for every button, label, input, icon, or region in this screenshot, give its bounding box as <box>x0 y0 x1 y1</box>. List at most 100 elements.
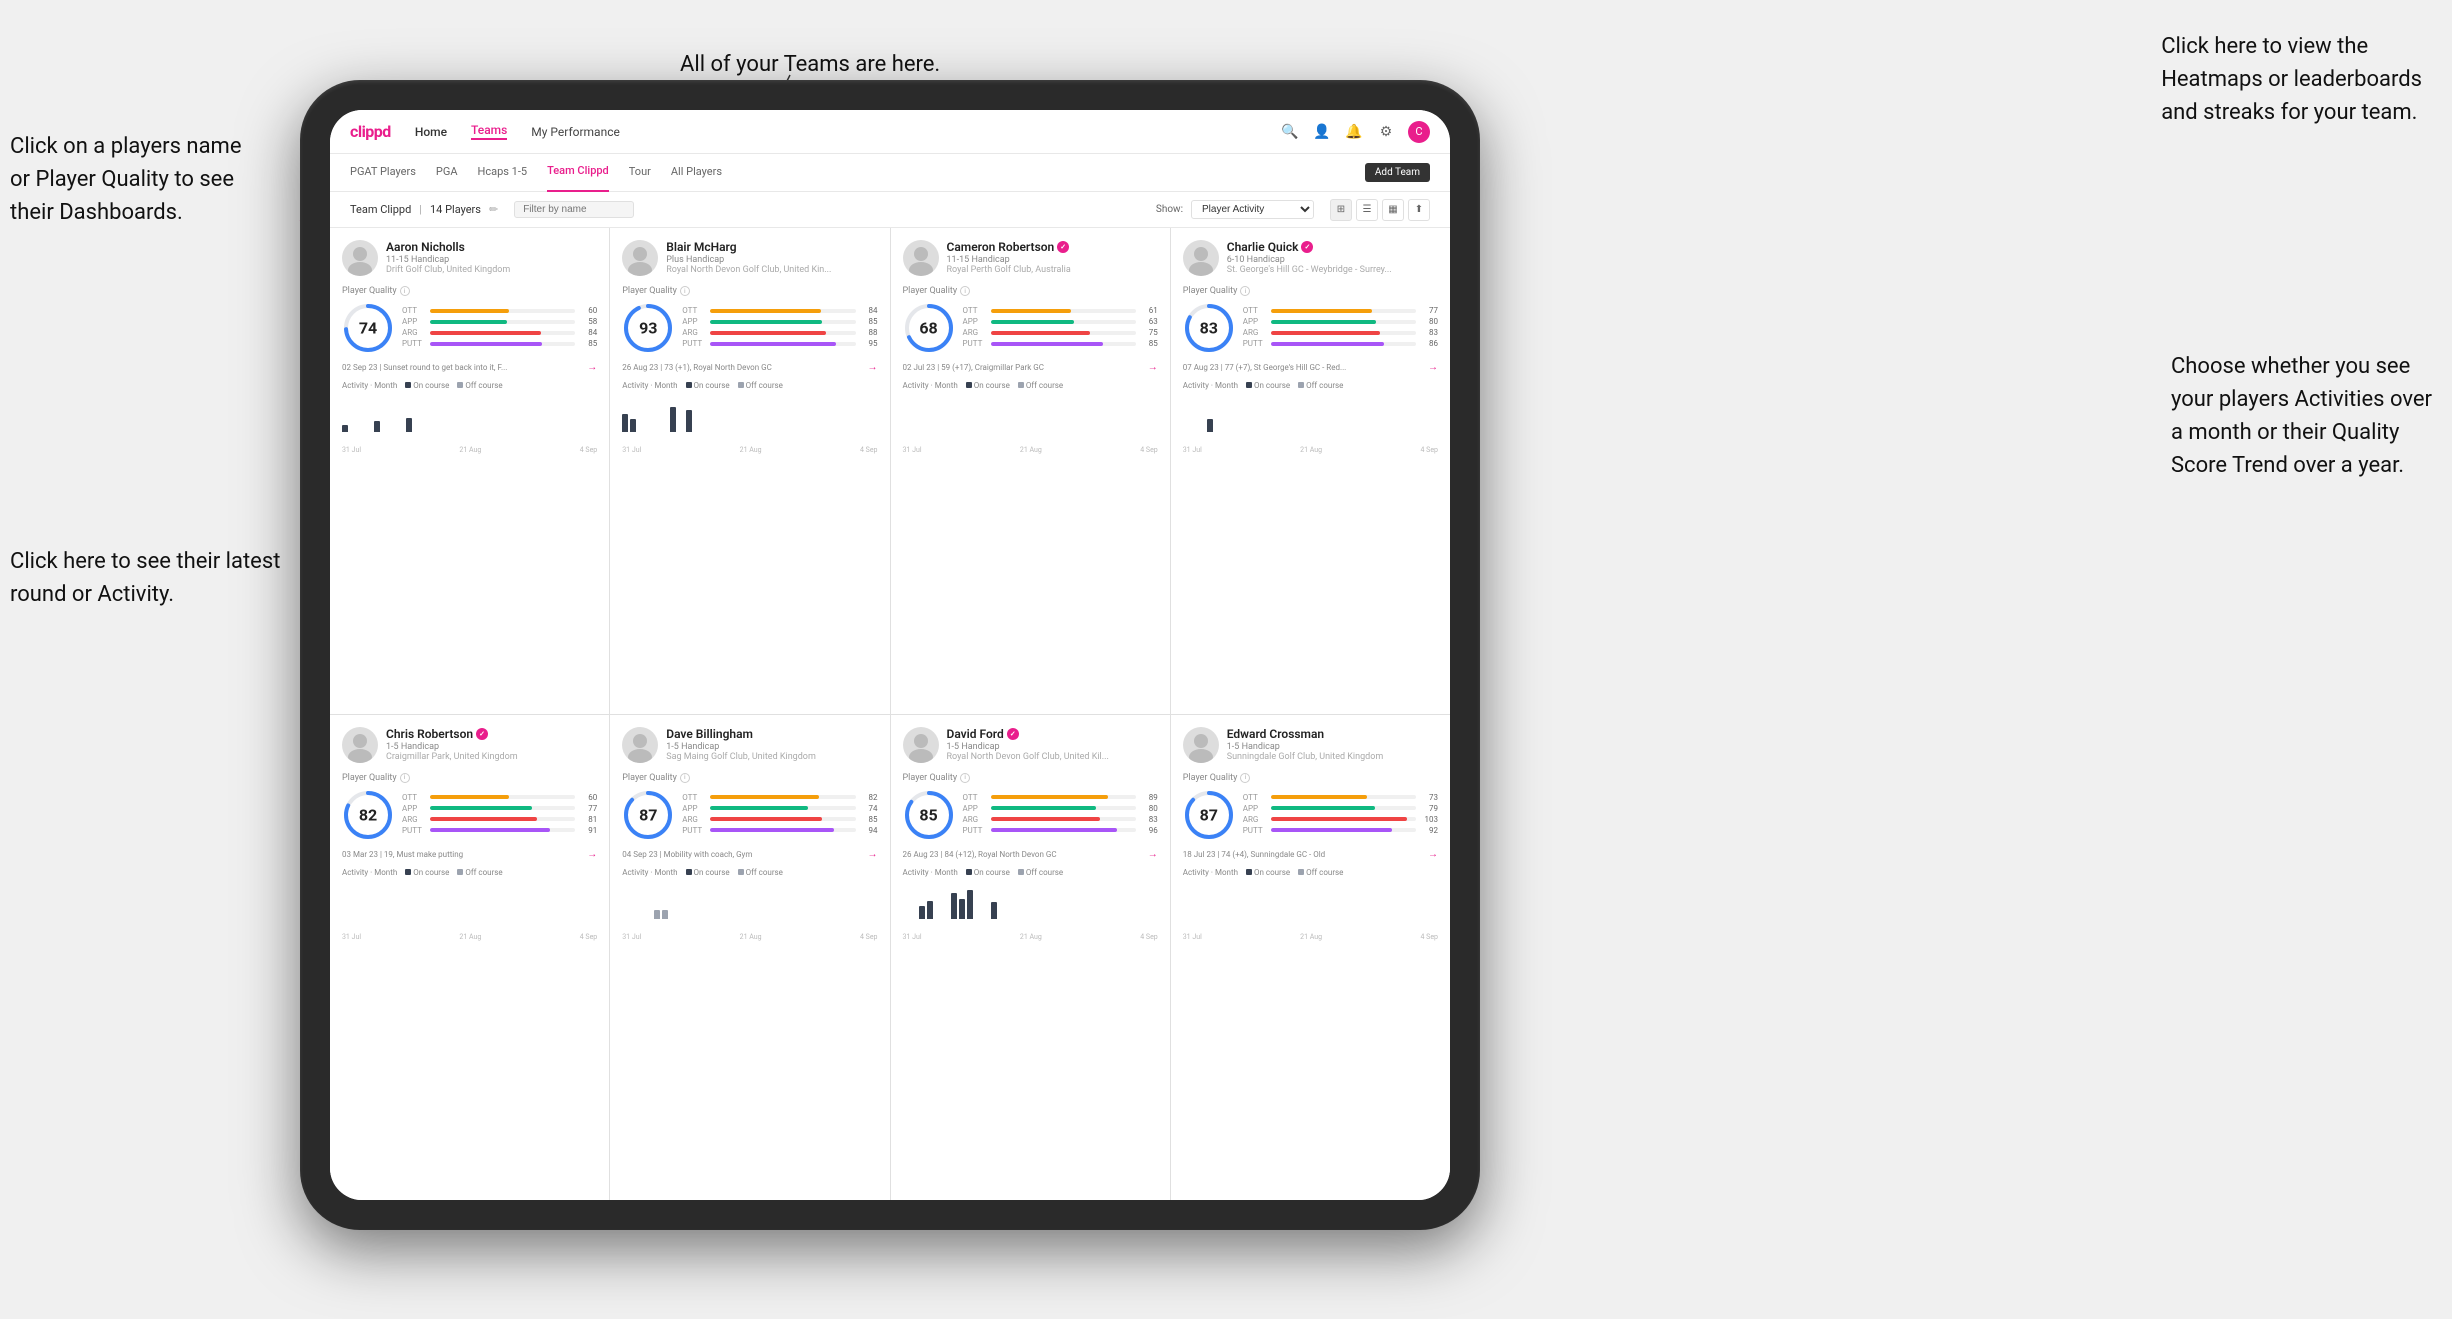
player-card[interactable]: Chris Robertson ✓ 1-5 Handicap Craigmill… <box>330 715 609 1201</box>
last-round-arrow: → <box>1428 362 1438 373</box>
player-card[interactable]: Cameron Robertson ✓ 11-15 Handicap Royal… <box>891 228 1170 714</box>
player-card[interactable]: Aaron Nicholls 11-15 Handicap Drift Golf… <box>330 228 609 714</box>
stats-list: OTT 61 APP 63 ARG 75 PU <box>963 306 1158 350</box>
player-name[interactable]: Dave Billingham <box>666 727 877 741</box>
stat-row: ARG 84 <box>402 328 597 337</box>
player-name[interactable]: Edward Crossman <box>1227 727 1438 741</box>
info-icon: i <box>1240 773 1250 783</box>
stat-row: PUTT 91 <box>402 826 597 835</box>
tab-team-clippd[interactable]: Team Clippd <box>547 154 609 192</box>
tab-all-players[interactable]: All Players <box>671 154 722 192</box>
stat-row: ARG 88 <box>682 328 877 337</box>
player-avatar <box>342 240 378 276</box>
last-round-arrow: → <box>1428 849 1438 860</box>
last-round[interactable]: 18 Jul 23 | 74 (+4), Sunningdale GC - Ol… <box>1183 849 1438 860</box>
player-name[interactable]: Chris Robertson ✓ <box>386 727 597 741</box>
player-count: 14 Players <box>430 203 481 216</box>
quality-number: 68 <box>919 319 937 338</box>
view-icons: ⊞ ☰ ▦ ⬆ <box>1330 199 1430 221</box>
player-card[interactable]: David Ford ✓ 1-5 Handicap Royal North De… <box>891 715 1170 1201</box>
card-header: David Ford ✓ 1-5 Handicap Royal North De… <box>903 727 1158 763</box>
quality-circle[interactable]: 68 <box>903 302 955 354</box>
settings-icon[interactable]: ⚙ <box>1376 122 1396 142</box>
bell-icon[interactable]: 🔔 <box>1344 122 1364 142</box>
tab-hcaps[interactable]: Hcaps 1-5 <box>478 154 528 192</box>
add-team-button[interactable]: Add Team <box>1365 163 1430 182</box>
last-round[interactable]: 26 Aug 23 | 84 (+12), Royal North Devon … <box>903 849 1158 860</box>
last-round-arrow: → <box>1148 849 1158 860</box>
player-avatar <box>622 240 658 276</box>
edit-icon[interactable]: ✏ <box>489 203 498 216</box>
tab-pgat-players[interactable]: PGAT Players <box>350 154 416 192</box>
settings-view-button[interactable]: ⬆ <box>1408 199 1430 221</box>
avatar-icon[interactable]: C <box>1408 121 1430 143</box>
last-round[interactable]: 04 Sep 23 | Mobility with coach, Gym → <box>622 849 877 860</box>
player-club: Royal North Devon Golf Club, United Kin.… <box>666 265 877 275</box>
player-card[interactable]: Dave Billingham 1-5 Handicap Sag Maing G… <box>610 715 889 1201</box>
player-avatar <box>1183 240 1219 276</box>
player-avatar <box>903 240 939 276</box>
last-round[interactable]: 07 Aug 23 | 77 (+7), St George's Hill GC… <box>1183 362 1438 373</box>
player-card[interactable]: Edward Crossman 1-5 Handicap Sunningdale… <box>1171 715 1450 1201</box>
search-icon[interactable]: 🔍 <box>1280 122 1300 142</box>
chart-dates: 31 Jul21 Aug4 Sep <box>1183 933 1438 941</box>
last-round[interactable]: 02 Jul 23 | 59 (+17), Craigmillar Park G… <box>903 362 1158 373</box>
player-name[interactable]: Aaron Nicholls <box>386 240 597 254</box>
last-round[interactable]: 26 Aug 23 | 73 (+1), Royal North Devon G… <box>622 362 877 373</box>
player-name[interactable]: David Ford ✓ <box>947 727 1158 741</box>
stat-row: APP 63 <box>963 317 1158 326</box>
player-club: Craigmillar Park, United Kingdom <box>386 752 597 762</box>
nav-link-teams[interactable]: Teams <box>471 123 507 140</box>
tab-tour[interactable]: Tour <box>629 154 651 192</box>
quality-circle[interactable]: 85 <box>903 789 955 841</box>
stat-row: OTT 82 <box>682 793 877 802</box>
team-info-bar: Team Clippd | 14 Players ✏ Show: Player … <box>330 192 1450 228</box>
last-round[interactable]: 03 Mar 23 | 19, Must make putting → <box>342 849 597 860</box>
last-round[interactable]: 02 Sep 23 | Sunset round to get back int… <box>342 362 597 373</box>
stat-row: PUTT 85 <box>402 339 597 348</box>
player-card[interactable]: Blair McHarg Plus Handicap Royal North D… <box>610 228 889 714</box>
stat-row: PUTT 94 <box>682 826 877 835</box>
nav-link-my-performance[interactable]: My Performance <box>531 125 620 139</box>
stat-row: OTT 77 <box>1243 306 1438 315</box>
grid-view-button[interactable]: ⊞ <box>1330 199 1352 221</box>
player-avatar <box>1183 727 1219 763</box>
stat-row: OTT 89 <box>963 793 1158 802</box>
show-label: Show: <box>1156 204 1183 215</box>
info-icon: i <box>400 773 410 783</box>
quality-circle[interactable]: 74 <box>342 302 394 354</box>
quality-circle[interactable]: 87 <box>622 789 674 841</box>
quality-circle[interactable]: 82 <box>342 789 394 841</box>
cards-grid: Aaron Nicholls 11-15 Handicap Drift Golf… <box>330 228 1450 1200</box>
player-name[interactable]: Blair McHarg <box>666 240 877 254</box>
player-name[interactable]: Charlie Quick ✓ <box>1227 240 1438 254</box>
activity-section: Activity · Month On course Off course 31… <box>1183 381 1438 454</box>
stat-row: ARG 85 <box>682 815 877 824</box>
heatmap-view-button[interactable]: ▦ <box>1382 199 1404 221</box>
activity-section: Activity · Month On course Off course 31… <box>342 868 597 941</box>
quality-circle[interactable]: 87 <box>1183 789 1235 841</box>
last-round-arrow: → <box>587 362 597 373</box>
quality-circle[interactable]: 83 <box>1183 302 1235 354</box>
stat-row: ARG 81 <box>402 815 597 824</box>
quality-circle[interactable]: 93 <box>622 302 674 354</box>
show-select[interactable]: Player Activity Quality Score Trend <box>1191 200 1314 219</box>
user-icon[interactable]: 👤 <box>1312 122 1332 142</box>
activity-section: Activity · Month On course Off course 31… <box>903 381 1158 454</box>
card-header: Aaron Nicholls 11-15 Handicap Drift Golf… <box>342 240 597 276</box>
player-avatar <box>903 727 939 763</box>
player-handicap: 1-5 Handicap <box>1227 742 1438 752</box>
tab-pga[interactable]: PGA <box>436 154 458 192</box>
player-name[interactable]: Cameron Robertson ✓ <box>947 240 1158 254</box>
last-round-arrow: → <box>1148 362 1158 373</box>
stat-row: ARG 83 <box>1243 328 1438 337</box>
nav-link-home[interactable]: Home <box>415 125 447 139</box>
quality-number: 74 <box>359 319 377 338</box>
quality-section: Player Quality i 74 OTT 60 <box>342 286 597 354</box>
player-club: Royal Perth Golf Club, Australia <box>947 265 1158 275</box>
player-card[interactable]: Charlie Quick ✓ 6-10 Handicap St. George… <box>1171 228 1450 714</box>
card-header: Dave Billingham 1-5 Handicap Sag Maing G… <box>622 727 877 763</box>
list-view-button[interactable]: ☰ <box>1356 199 1378 221</box>
quality-section: Player Quality i 68 OTT 61 <box>903 286 1158 354</box>
filter-input[interactable] <box>514 201 634 218</box>
